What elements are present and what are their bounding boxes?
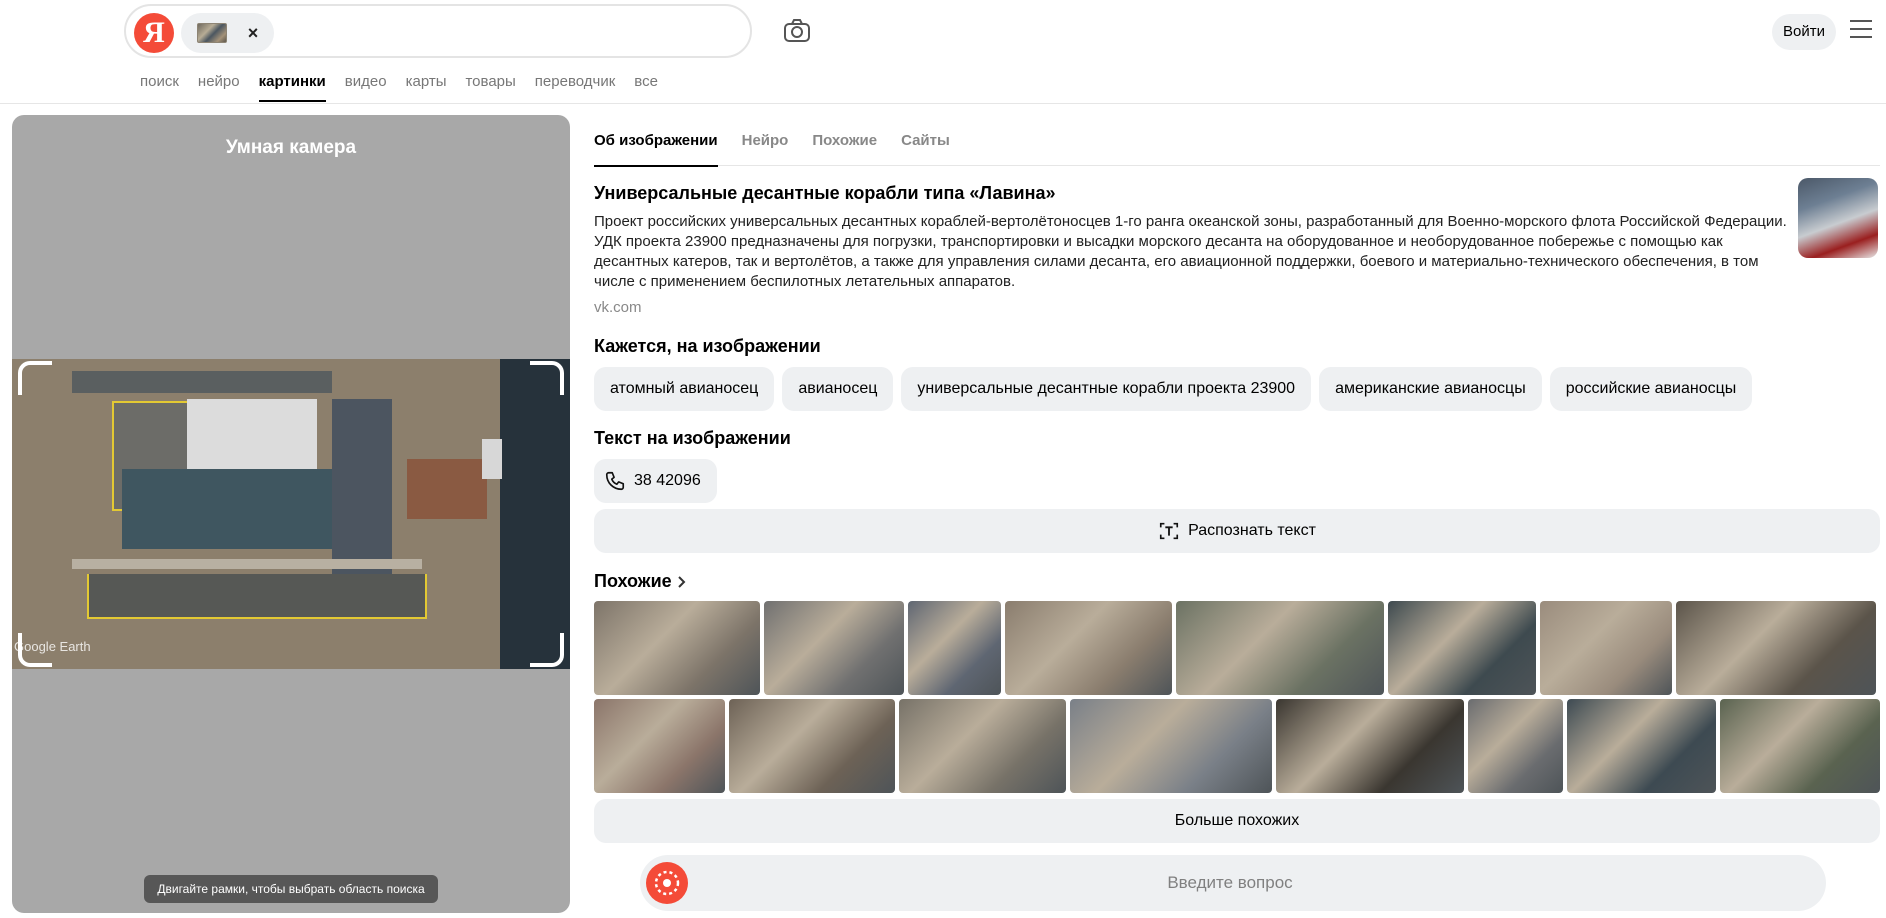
entity-source-link[interactable]: vk.com <box>594 299 642 316</box>
alice-icon[interactable] <box>646 862 688 904</box>
smart-camera-panel: Умная камера Google Earth Двигайте рамки… <box>12 115 570 913</box>
phone-chip[interactable]: 38 42096 <box>594 459 717 503</box>
more-similar-button[interactable]: Больше похожих <box>594 799 1880 843</box>
tag-item[interactable]: российские авианосцы <box>1549 367 1753 411</box>
similar-image[interactable] <box>1176 601 1384 695</box>
result-tabs: Об изображении Нейро Похожие Сайты <box>594 115 1880 167</box>
building <box>407 459 487 519</box>
similar-image[interactable] <box>594 601 760 695</box>
camera-search-icon[interactable] <box>782 16 812 46</box>
similar-title: Похожие <box>594 571 672 591</box>
entity-description: Проект российских универсальных десантны… <box>594 213 1787 290</box>
tab-about-image[interactable]: Об изображении <box>594 115 718 167</box>
search-box[interactable]: Я × <box>124 4 752 58</box>
dialog-overlay <box>187 399 317 469</box>
header: Я × Войти поиск нейро картинки видео кар… <box>0 0 1886 104</box>
crop-handle-top-right[interactable] <box>530 361 564 395</box>
seems-title: Кажется, на изображении <box>594 336 821 356</box>
nav-maps[interactable]: карты <box>406 70 447 104</box>
nav-video[interactable]: видео <box>345 70 387 104</box>
tag-item[interactable]: авианосец <box>782 367 894 411</box>
similar-image[interactable] <box>899 699 1066 793</box>
crop-handle-bottom-right[interactable] <box>530 633 564 667</box>
similar-image[interactable] <box>764 601 904 695</box>
ask-question-input[interactable] <box>700 855 1760 911</box>
similar-image[interactable] <box>1070 699 1272 793</box>
login-button[interactable]: Войти <box>1772 14 1836 50</box>
similar-image[interactable] <box>1676 601 1876 695</box>
water-area <box>500 359 570 669</box>
building <box>122 469 342 549</box>
menu-icon[interactable] <box>1850 20 1872 42</box>
similar-image[interactable] <box>594 699 725 793</box>
nav-translate[interactable]: переводчик <box>535 70 615 104</box>
tab-neuro[interactable]: Нейро <box>742 115 789 166</box>
query-image-thumbnail <box>197 23 227 43</box>
similar-row-1 <box>594 601 1876 695</box>
service-nav: поиск нейро картинки видео карты товары … <box>140 70 677 104</box>
similar-image[interactable] <box>1720 699 1880 793</box>
tank <box>482 439 502 479</box>
entity-title[interactable]: Универсальные десантные корабли типа «Ла… <box>594 183 1056 204</box>
recognize-text-label: Распознать текст <box>1188 522 1316 539</box>
similar-image[interactable] <box>1468 699 1563 793</box>
watermark: Google Earth <box>14 639 91 654</box>
similar-image[interactable] <box>908 601 1001 695</box>
similar-image[interactable] <box>1005 601 1172 695</box>
similar-image[interactable] <box>729 699 895 793</box>
building <box>72 371 332 393</box>
tag-item[interactable]: американские авианосцы <box>1319 367 1542 411</box>
tab-sites[interactable]: Сайты <box>901 115 950 166</box>
nav-goods[interactable]: товары <box>465 70 515 104</box>
nav-search[interactable]: поиск <box>140 70 179 104</box>
text-scan-icon <box>1160 522 1179 540</box>
road <box>72 559 422 569</box>
building <box>87 574 427 619</box>
more-similar-label: Больше похожих <box>1174 812 1300 829</box>
similar-image[interactable] <box>1276 699 1464 793</box>
nav-all[interactable]: все <box>634 70 658 104</box>
nav-images[interactable]: картинки <box>258 70 326 104</box>
tag-item[interactable]: универсальные десантные корабли проекта … <box>901 367 1312 411</box>
crop-hint: Двигайте рамки, чтобы выбрать область по… <box>144 875 438 903</box>
phone-number: 38 42096 <box>634 472 701 489</box>
entity-thumbnail[interactable] <box>1798 178 1878 258</box>
tag-item[interactable]: атомный авианосец <box>594 367 775 411</box>
similar-image[interactable] <box>1540 601 1672 695</box>
close-icon[interactable]: × <box>241 21 265 45</box>
recognize-text-button[interactable]: Распознать текст <box>594 509 1880 553</box>
similar-row-2 <box>594 699 1880 793</box>
nav-neuro[interactable]: нейро <box>198 70 240 104</box>
seems-tags: атомный авианосец авианосец универсальны… <box>594 367 1760 411</box>
smart-camera-title: Умная камера <box>225 137 357 158</box>
phone-icon <box>605 471 625 491</box>
text-on-image-title: Текст на изображении <box>594 428 791 448</box>
crop-handle-top-left[interactable] <box>18 361 52 395</box>
similar-title-link[interactable]: Похожие <box>594 571 688 592</box>
similar-image[interactable] <box>1567 699 1716 793</box>
similar-image[interactable] <box>1388 601 1536 695</box>
ask-bar <box>640 855 1826 911</box>
query-image-chip[interactable]: × <box>181 13 274 53</box>
results-panel: Об изображении Нейро Похожие Сайты Униве… <box>582 115 1882 918</box>
query-image[interactable]: Google Earth <box>12 359 570 669</box>
tab-similar[interactable]: Похожие <box>812 115 877 166</box>
yandex-logo[interactable]: Я <box>134 13 174 53</box>
chevron-right-icon <box>677 575 686 588</box>
